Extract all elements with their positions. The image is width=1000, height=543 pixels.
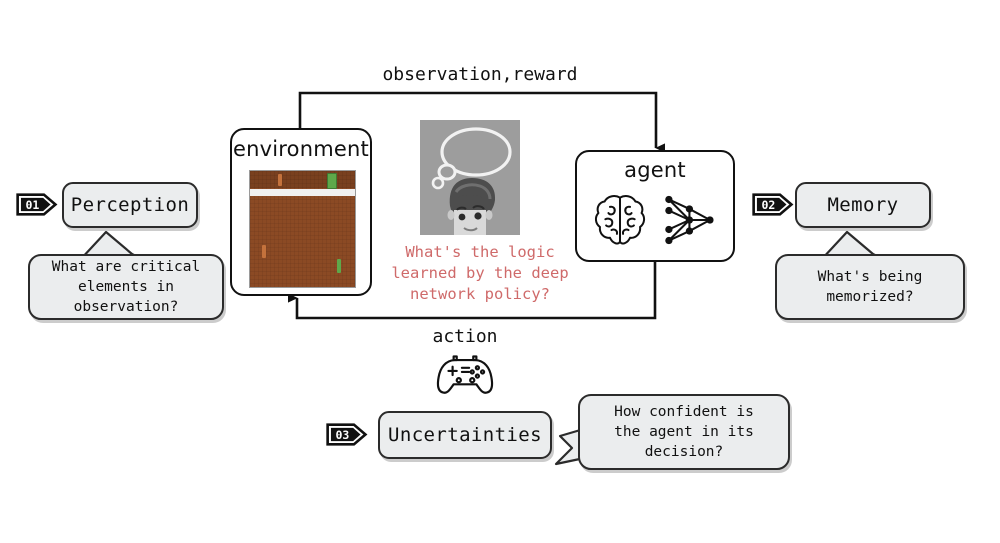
bubble-body-memory[interactable]: What's being memorized? bbox=[775, 254, 965, 320]
edge-label-observation-reward: observation,reward bbox=[382, 64, 578, 85]
badge-01: 01 bbox=[16, 188, 58, 218]
agent-title: agent bbox=[624, 158, 686, 182]
bubble-uncertainties: How confident is the agent in its decisi… bbox=[550, 394, 800, 474]
aspect-label-perception: Perception bbox=[70, 194, 190, 216]
brain-icon bbox=[593, 191, 647, 253]
environment-node[interactable]: environment bbox=[230, 128, 372, 296]
game-object-green-right bbox=[337, 259, 341, 273]
aspect-label-memory: Memory bbox=[827, 194, 899, 216]
diagram-canvas: observation,reward action environment Wh… bbox=[0, 0, 1000, 543]
game-object-green-top bbox=[327, 173, 337, 189]
environment-title: environment bbox=[233, 137, 369, 161]
game-object-orange-top bbox=[278, 174, 282, 186]
badge-02-text: 02 bbox=[761, 198, 775, 212]
red-research-question: What's the logic learned by the deep net… bbox=[391, 243, 569, 303]
environment-game-screen bbox=[249, 170, 356, 288]
aspect-box-memory[interactable]: Memory bbox=[795, 182, 931, 228]
aspect-box-uncertainties[interactable]: Uncertainties bbox=[378, 411, 552, 459]
aspect-label-uncertainties: Uncertainties bbox=[388, 424, 542, 446]
bubble-text-perception: What are critical elements in observatio… bbox=[51, 259, 201, 315]
game-object-orange-left bbox=[262, 245, 266, 258]
game-road-stripe bbox=[250, 189, 355, 196]
aspect-box-perception[interactable]: Perception bbox=[62, 182, 198, 228]
agent-node[interactable]: agent bbox=[575, 150, 735, 262]
bubble-text-memory: What's being memorized? bbox=[817, 269, 923, 305]
gamepad-icon bbox=[434, 352, 496, 396]
bubble-perception: What are critical elements in observatio… bbox=[28, 228, 228, 320]
badge-02: 02 bbox=[752, 188, 794, 218]
bubble-text-uncertainties: How confident is the agent in its decisi… bbox=[614, 404, 754, 460]
edge-label-action: action bbox=[432, 326, 498, 347]
badge-01-text: 01 bbox=[25, 198, 39, 212]
badge-03-text: 03 bbox=[335, 428, 349, 442]
bubble-body-perception[interactable]: What are critical elements in observatio… bbox=[28, 254, 224, 320]
bubble-body-uncertainties[interactable]: How confident is the agent in its decisi… bbox=[578, 394, 790, 470]
bubble-memory: What's being memorized? bbox=[775, 228, 971, 320]
neural-network-icon bbox=[661, 193, 721, 251]
badge-03: 03 bbox=[326, 418, 368, 448]
person-thought-bubble-image bbox=[420, 120, 520, 235]
